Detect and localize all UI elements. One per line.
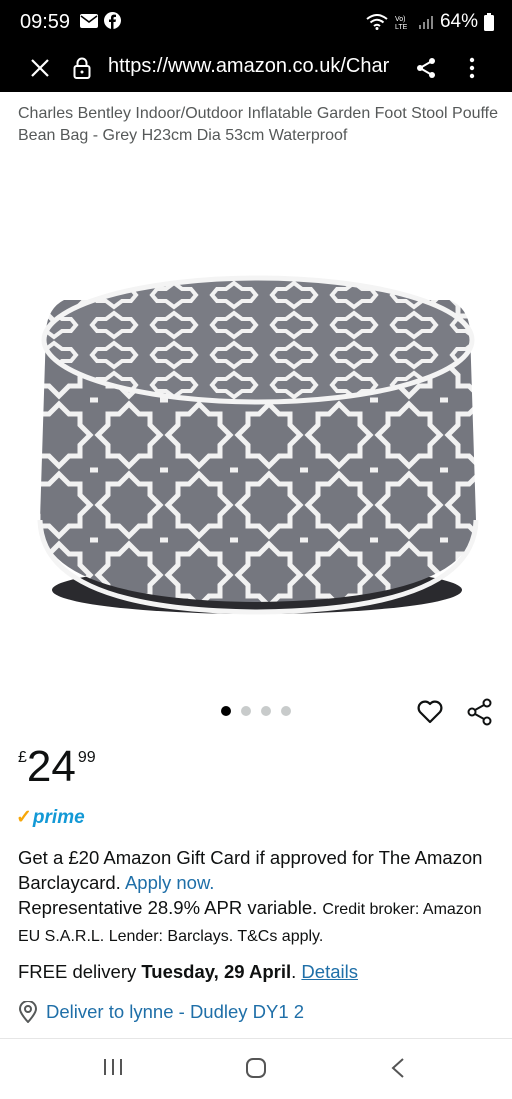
battery-percent: 64% [439, 11, 478, 32]
share-icon [467, 698, 492, 726]
battery-icon [484, 13, 494, 31]
url-text[interactable]: https://www.amazon.co.uk/Char [108, 55, 398, 78]
home-button[interactable] [245, 1057, 267, 1084]
share-icon [417, 58, 435, 78]
browser-menu-button[interactable] [458, 54, 486, 82]
prime-label: prime [32, 806, 85, 828]
product-image[interactable] [24, 190, 490, 650]
carousel-dot[interactable] [221, 706, 231, 716]
deliver-to-label: Deliver to lynne - Dudley DY1 2 [46, 1001, 305, 1022]
delivery-details-link[interactable]: Details [301, 961, 358, 982]
delivery-date: Tuesday, 29 April [141, 961, 292, 982]
product-title[interactable]: Charles Bentley Indoor/Outdoor Inflatabl… [18, 103, 498, 147]
browser-url-bar: https://www.amazon.co.uk/Char [0, 44, 512, 92]
svg-text:Vo): Vo) [395, 16, 406, 23]
carousel-dot[interactable] [261, 706, 271, 716]
wishlist-button[interactable] [416, 698, 444, 731]
close-tab-button[interactable] [26, 54, 54, 82]
carousel-dot[interactable] [281, 706, 291, 716]
mail-icon [80, 13, 98, 28]
location-pin-icon [18, 1001, 38, 1023]
offer-apr: Representative 28.9% APR variable. [18, 897, 318, 918]
deliver-to-location[interactable]: Deliver to lynne - Dudley DY1 2 [18, 1001, 304, 1023]
status-time: 09:59 [20, 11, 71, 33]
site-security-button[interactable] [68, 54, 96, 82]
status-bar: 09:59 Vo) LTE 64% [0, 0, 512, 44]
facebook-icon [104, 12, 121, 29]
signal-icon [418, 16, 433, 29]
back-icon [391, 1058, 404, 1078]
volte-icon: Vo)LTE [395, 16, 408, 31]
apply-now-link[interactable]: Apply now. [125, 872, 214, 893]
image-carousel-dots [221, 706, 291, 716]
lock-icon [73, 57, 91, 79]
offer-text: Get a £20 Amazon Gift Card if approved f… [18, 847, 483, 893]
home-icon [246, 1058, 266, 1078]
product-price: £ 24 99 [18, 745, 96, 789]
delivery-info: FREE delivery Tuesday, 29 April. Details [18, 961, 358, 982]
price-fraction: 99 [77, 749, 96, 766]
pouffe-image [37, 275, 479, 615]
price-whole: 24 [26, 742, 76, 791]
wifi-icon [366, 14, 388, 30]
close-icon [31, 59, 49, 77]
status-notification-icons [80, 12, 121, 29]
recent-apps-button[interactable] [102, 1057, 124, 1082]
back-button[interactable] [390, 1057, 406, 1084]
prime-badge: ✓ prime [16, 806, 85, 829]
recent-apps-icon [104, 1059, 122, 1075]
carousel-dot[interactable] [241, 706, 251, 716]
android-nav-bar [0, 1038, 512, 1099]
delivery-prefix: FREE delivery [18, 961, 137, 982]
status-system-icons: Vo) LTE 64% [366, 11, 494, 33]
svg-text:LTE: LTE [395, 24, 408, 31]
share-page-button[interactable] [412, 54, 440, 82]
share-product-button[interactable] [466, 698, 494, 731]
heart-icon [417, 700, 443, 724]
barclaycard-offer: Get a £20 Amazon Gift Card if approved f… [18, 845, 498, 949]
prime-check-icon: ✓ [16, 807, 32, 828]
price-currency: £ [18, 749, 27, 766]
more-vertical-icon [469, 57, 475, 79]
